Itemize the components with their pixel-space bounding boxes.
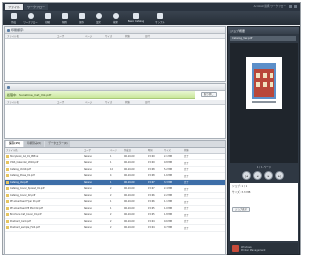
processing-bar: 処理中: Sunshine_Cat_Vol.pdf [5,91,195,99]
file-list-tabs: 保存(15) 印刷済み(0) データエラー(0) [5,141,225,148]
pdf-file-icon [6,200,9,204]
pdf-file-icon [6,174,9,178]
new-doc-button[interactable]: 作成 [6,11,21,25]
settings-button[interactable]: 設定 [91,11,106,25]
tab-saved[interactable]: 保存(15) [6,141,24,147]
pdf-file-icon [6,187,9,191]
file-cell-status: 完了 [183,224,225,232]
file-list-panel: 保存(15) 印刷済み(0) データエラー(0) ファイル名 ユーザ ページ 作… [4,140,226,255]
close-icon[interactable] [294,5,297,8]
page-label: 1 / 1 ページ [256,166,272,169]
preview-panel: ジョブ概要 Catalog_Ver.pdf 1 / 1 ページ |◂ ◂ ▸ ▸… [227,26,300,255]
delete-button[interactable]: 削除 [57,11,72,25]
tab-data-error[interactable]: データエラー(0) [45,141,71,147]
minimize-icon[interactable] [289,5,292,8]
pdf-file-icon [6,154,9,158]
job-info-row: サイズ: 3.3 MB [232,191,251,194]
print-queue-title: 印刷順序: [11,28,25,32]
settings-icon [95,13,102,19]
workflow-button[interactable]: ワークフロー [23,11,38,25]
processing-header: ファイル名 ユーザ ページ サイズ 状態 日付 [5,100,225,105]
app-window: ファイル ワークフロー Acrobat 連携 ワークフロー 作成 ワークフロー … [2,2,301,255]
toolbar: 作成 ワークフロー 印刷 削除 保存 設定 検索 Basic Catalog サ… [3,11,300,25]
last-page-icon: ▸| [278,173,281,178]
pdf-file-icon [6,213,9,217]
tab-file[interactable]: ファイル [5,4,24,10]
pdf-file-icon [6,206,9,210]
save-icon [78,13,85,19]
file-table: ファイル名 ユーザ ページ 作成日 時刻 サイズ 状態 Storybook_A4… [5,148,225,232]
pdf-file-icon [6,219,9,223]
pdf-file-icon [6,167,9,171]
windows-logo-icon [232,245,239,252]
search-button[interactable]: 検索 [108,11,123,25]
print-icon [44,13,51,19]
job-display-button[interactable]: ジョブ表示 [232,207,250,212]
processing-label: 処理中: [7,92,18,97]
delete-icon [61,13,68,19]
file-cell-pages: 2 [109,224,123,232]
first-page-icon: |◂ [245,173,248,178]
print-queue-panel: 印刷順序: ファイル名 ユーザ ページ サイズ 状態 日付 [4,26,226,82]
file-cell-time: 15:04 [147,224,163,232]
print-queue-header: ファイル名 ユーザ ページ サイズ 状態 日付 [5,34,225,39]
prev-page-icon: ◂ [256,173,259,178]
pdf-file-icon [6,180,9,184]
job-info: ジョブ: 1 / 1 サイズ: 3.3 MB ジョブ表示 [230,183,298,241]
preview-file-name: Catalog_Ver.pdf [230,36,296,41]
tab-printed[interactable]: 印刷済み(0) [24,141,45,147]
file-cell-user: takano [83,224,109,232]
pdf-file-icon [6,226,9,230]
title-bar: ファイル ワークフロー Acrobat 連携 ワークフロー [3,3,300,11]
processing-panel: 処理中: Sunshine_Cat_Vol.pdf 取り消し ファイル名 ユーザ… [4,83,226,139]
sample-icon [157,13,163,19]
preview-title: ジョブ概要 [230,28,246,33]
first-page-button[interactable]: |◂ [242,171,251,180]
tab-workflow[interactable]: ワークフロー [24,4,49,10]
pdf-file-icon [6,193,9,197]
next-page-icon: ▸ [267,173,270,178]
sample-button[interactable]: サンプル [149,11,171,25]
print-button[interactable]: 印刷 [40,11,55,25]
new-doc-icon [10,13,17,19]
pdf-file-icon [6,161,9,165]
last-page-button[interactable]: ▸| [275,171,284,180]
queue-icon [7,28,10,32]
page-artwork [246,57,282,109]
processing-file: Sunshine_Cat_Vol.pdf [19,92,52,97]
file-row[interactable]: Postcard_sample_Fold.pdf takano 2 06-10-09 1… [5,224,225,232]
file-cell-size: 0.7 MB [163,224,183,232]
process-icon [7,85,10,89]
preview-footer: Windows Printer Management [230,243,298,254]
file-cell-date: 06-10-09 [123,224,147,232]
page-preview [230,43,298,163]
page-thumbnail[interactable] [246,57,282,109]
catalog-button[interactable]: Basic Catalog [125,11,147,25]
page-nav: |◂ ◂ ▸ ▸| [242,171,284,180]
cancel-button[interactable]: 取り消し [201,92,217,97]
search-icon [112,13,119,19]
prev-page-button[interactable]: ◂ [253,171,262,180]
app-title: Acrobat 連携 ワークフロー [253,5,286,8]
save-button[interactable]: 保存 [74,11,89,25]
workflow-icon [27,13,34,19]
catalog-icon [133,13,139,19]
file-cell-name: Postcard_sample_Fold.pdf [5,224,83,232]
next-page-button[interactable]: ▸ [264,171,273,180]
